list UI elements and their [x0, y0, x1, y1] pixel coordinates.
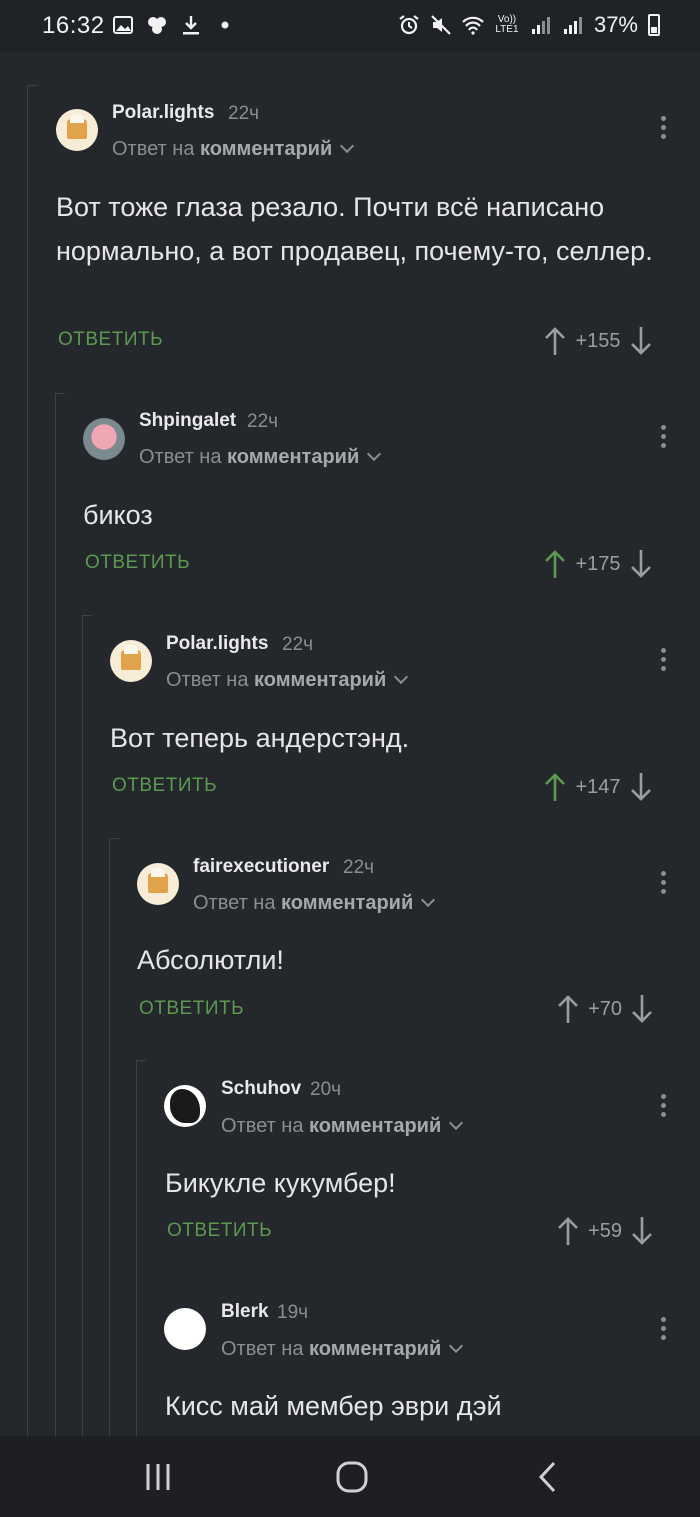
comment-text: Кисс май мембер эври дэй — [165, 1391, 502, 1421]
wifi-icon — [462, 16, 484, 35]
comment-rating: +147 — [575, 775, 621, 798]
thread-corner — [136, 1060, 146, 1061]
comment-rating: +59 — [588, 1219, 622, 1242]
comment-time: 22ч — [282, 634, 314, 655]
thread-line[interactable] — [109, 838, 110, 1436]
comment-text: Вот тоже глаза резало. Почти всё написан… — [56, 192, 653, 266]
comment-text: Вот теперь андерстэнд. — [110, 723, 410, 753]
app-notification-icon — [148, 17, 166, 34]
more-menu-icon[interactable] — [651, 645, 675, 675]
comment-username[interactable]: Schuhov — [221, 1078, 301, 1100]
chevron-down-icon — [367, 446, 382, 462]
more-menu-icon[interactable] — [651, 1091, 675, 1121]
comment-username[interactable]: Polar.lights — [166, 633, 268, 655]
reply-button[interactable]: ОТВЕТИТЬ — [85, 552, 190, 574]
reply-to-link[interactable]: Ответ на комментарий — [112, 138, 355, 161]
downvote-arrow-icon[interactable] — [630, 1216, 654, 1246]
battery-icon — [648, 14, 660, 36]
thread-line[interactable] — [27, 85, 28, 1436]
signal-icon-2 — [563, 17, 582, 34]
network-label: Vo)) LTE1 — [495, 14, 519, 35]
upvote-arrow-icon[interactable] — [556, 994, 580, 1024]
reply-button[interactable]: ОТВЕТИТЬ — [139, 998, 244, 1020]
chevron-down-icon — [449, 1115, 464, 1131]
reply-to-link[interactable]: Ответ на комментарий — [221, 1338, 464, 1361]
battery-percent: 37% — [593, 12, 638, 37]
chevron-down-icon — [394, 669, 409, 685]
comment-text: бикоз — [83, 500, 153, 530]
comment-username[interactable]: fairexecutioner — [193, 856, 329, 878]
upvote-arrow-icon[interactable] — [543, 326, 567, 356]
comment-rating: +70 — [588, 997, 622, 1020]
patrick-avatar-icon[interactable] — [83, 418, 125, 460]
comment-rating: +155 — [575, 329, 621, 352]
thread-corner — [109, 838, 119, 839]
comment-username[interactable]: Polar.lights — [112, 102, 214, 124]
more-menu-icon[interactable] — [651, 422, 675, 452]
status-bar: 16:32 Vo)) LTE1 37% — [0, 0, 700, 52]
signal-icon — [531, 17, 550, 34]
baker-avatar-icon[interactable] — [110, 640, 152, 682]
more-menu-icon[interactable] — [651, 113, 675, 143]
comment-time: 22ч — [247, 411, 279, 432]
comment-username[interactable]: Blerk — [221, 1301, 269, 1323]
upvote-arrow-icon[interactable] — [556, 1216, 580, 1246]
vote-controls: +155 — [543, 326, 653, 356]
recent-apps-icon[interactable] — [138, 1460, 178, 1494]
comment-time: 22ч — [228, 103, 260, 124]
gallery-icon — [113, 16, 133, 34]
thread-corner — [82, 615, 92, 616]
chevron-down-icon — [449, 1338, 464, 1354]
comment-time: 22ч — [343, 857, 375, 878]
chevron-down-icon — [421, 892, 436, 908]
vote-controls: +147 — [543, 772, 653, 802]
home-icon[interactable] — [332, 1460, 372, 1494]
more-menu-icon[interactable] — [651, 868, 675, 898]
thread-corner — [27, 85, 37, 86]
comment-time: 19ч — [277, 1302, 309, 1323]
comment-text: Абсолютли! — [137, 945, 284, 975]
vote-controls: +175 — [543, 549, 653, 579]
baker-avatar-icon[interactable] — [137, 863, 179, 905]
comment-username[interactable]: Shpingalet — [139, 410, 236, 432]
system-nav-bar — [0, 1436, 700, 1517]
vote-controls: +59 — [556, 1216, 654, 1246]
more-menu-icon[interactable] — [651, 1314, 675, 1344]
reply-to-link[interactable]: Ответ на комментарий — [166, 669, 409, 692]
reply-to-link[interactable]: Ответ на комментарий — [193, 892, 436, 915]
upvote-arrow-icon[interactable] — [543, 772, 567, 802]
downvote-arrow-icon[interactable] — [629, 549, 653, 579]
downvote-arrow-icon[interactable] — [629, 326, 653, 356]
reply-to-link[interactable]: Ответ на комментарий — [139, 446, 382, 469]
chevron-down-icon — [340, 138, 355, 154]
baker-avatar-icon[interactable] — [56, 109, 98, 151]
back-icon[interactable] — [528, 1460, 568, 1494]
dark-figure-avatar-icon[interactable] — [164, 1085, 206, 1127]
reply-button[interactable]: ОТВЕТИТЬ — [167, 1220, 272, 1242]
download-icon — [183, 16, 199, 35]
thread-line[interactable] — [136, 1060, 137, 1436]
comment-time: 20ч — [310, 1079, 342, 1100]
downvote-arrow-icon[interactable] — [630, 994, 654, 1024]
comment-rating: +175 — [575, 552, 621, 575]
reply-to-link[interactable]: Ответ на комментарий — [221, 1115, 464, 1138]
reply-button[interactable]: ОТВЕТИТЬ — [112, 775, 217, 797]
reply-button[interactable]: ОТВЕТИТЬ — [58, 329, 163, 351]
alarm-icon — [399, 15, 419, 35]
thread-line[interactable] — [55, 393, 56, 1436]
thread-corner — [55, 393, 65, 394]
upvote-arrow-icon[interactable] — [543, 549, 567, 579]
thread-line[interactable] — [82, 615, 83, 1436]
comment-text: Бикукле кукумбер! — [165, 1168, 396, 1198]
dot-icon — [221, 21, 229, 29]
status-time: 16:32 — [42, 12, 105, 39]
downvote-arrow-icon[interactable] — [629, 772, 653, 802]
blank-avatar-icon[interactable] — [164, 1308, 206, 1350]
vote-controls: +70 — [556, 994, 654, 1024]
mute-icon — [431, 15, 451, 35]
